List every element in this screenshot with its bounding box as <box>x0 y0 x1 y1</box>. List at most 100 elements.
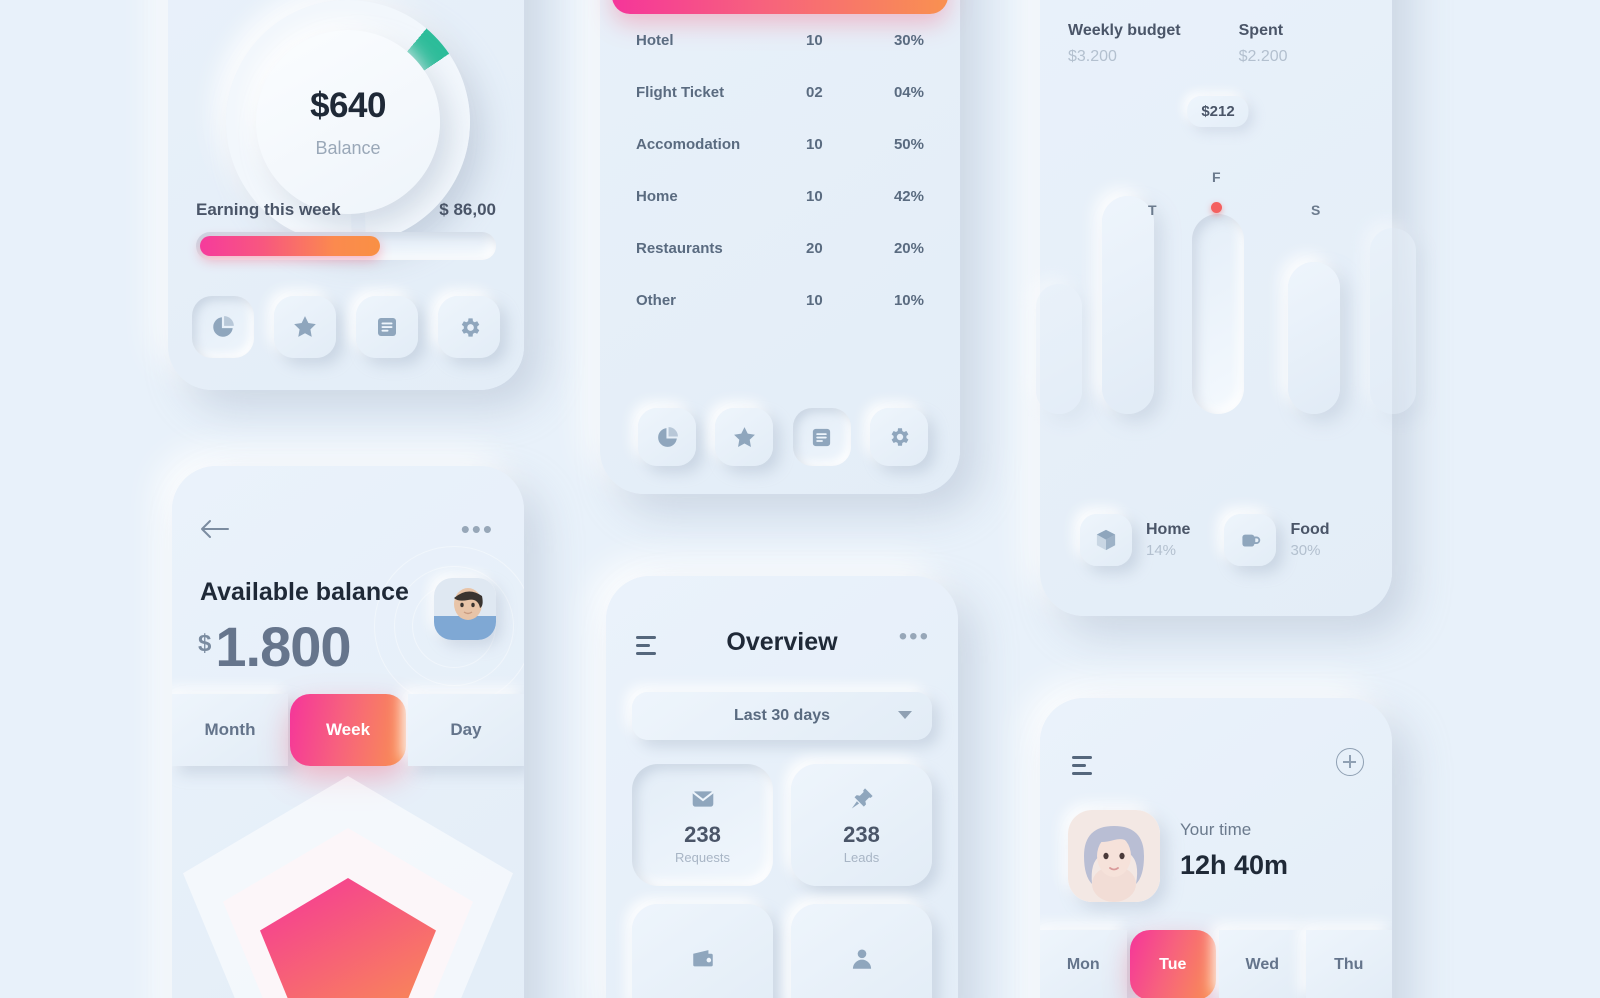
tile-value: 238 <box>684 821 721 847</box>
expenses-card: Electronics 10 50% Hotel 10 30% Flight T… <box>600 0 960 494</box>
table-row[interactable]: Home 10 42% <box>612 170 948 222</box>
expense-percent: 10% <box>893 291 924 309</box>
tile-requests[interactable]: 238 Requests <box>632 764 773 886</box>
bar-t[interactable] <box>1102 196 1154 414</box>
nav-star-button[interactable] <box>715 408 774 466</box>
segment-label: Week <box>325 720 371 739</box>
nav-pie-chart-button[interactable] <box>638 408 696 466</box>
bar-tooltip: $212 <box>1187 96 1249 127</box>
chip-home[interactable]: Home 14% <box>1080 514 1190 566</box>
earning-progress-track[interactable] <box>196 232 496 260</box>
more-horizontal-icon[interactable]: ••• <box>899 625 930 649</box>
chevron-down-icon <box>898 711 912 719</box>
plus-circle-icon[interactable] <box>1336 748 1364 776</box>
day-thu[interactable]: Thu <box>1305 930 1392 998</box>
segment-day[interactable]: Day <box>408 694 524 766</box>
segment-label: Day <box>450 720 482 739</box>
nav-settings-button[interactable] <box>869 408 928 466</box>
pin-icon <box>849 786 875 812</box>
expense-count: 10 <box>806 31 823 49</box>
expense-count: 10 <box>806 291 823 309</box>
day-label-t[interactable]: T <box>1148 202 1157 218</box>
gear-icon <box>887 425 911 449</box>
expenses-bottom-nav <box>638 408 928 466</box>
wallet-icon <box>690 946 716 972</box>
table-row[interactable]: Other 10 10% <box>612 274 948 326</box>
menu-icon[interactable] <box>1072 756 1092 780</box>
currency-symbol: $ <box>198 630 212 657</box>
overview-card: Overview ••• Last 30 days 238 Requests 2… <box>606 576 958 998</box>
more-horizontal-icon[interactable]: ••• <box>461 516 494 542</box>
spent-value: $2.200 <box>1238 48 1288 65</box>
chip-percent: 30% <box>1290 542 1321 559</box>
arrow-left-icon <box>200 518 230 540</box>
segment-month[interactable]: Month <box>172 694 288 766</box>
box-icon <box>1080 514 1132 566</box>
amount-value: 1.800 <box>215 615 351 678</box>
tile-value: 238 <box>843 821 880 847</box>
table-row[interactable]: Restaurants 20 20% <box>612 222 948 274</box>
balance-card: $640 Balance Earning this week $ 86,00 <box>168 0 524 390</box>
chip-percent: 14% <box>1146 542 1177 559</box>
spent-label: Spent <box>1238 22 1284 39</box>
donut-center: $640 Balance <box>256 30 440 214</box>
nav-list-button[interactable] <box>356 296 418 358</box>
tile-leads[interactable]: 238 Leads <box>791 764 932 886</box>
segment-label: Month <box>204 720 256 739</box>
back-button[interactable] <box>200 518 230 540</box>
day-wed[interactable]: Wed <box>1219 930 1306 998</box>
bar-s[interactable] <box>1288 262 1340 414</box>
nav-pie-chart-button[interactable] <box>192 296 254 358</box>
expense-percent: 20% <box>893 239 924 257</box>
expense-name: Restaurants <box>636 239 723 257</box>
day-mon[interactable]: Mon <box>1040 930 1127 998</box>
earning-progress-fill <box>200 236 380 256</box>
expense-name: Home <box>636 187 678 205</box>
expense-count: 10 <box>806 135 823 153</box>
expense-name: Flight Ticket <box>636 83 725 101</box>
day-label: Tue <box>1159 956 1187 973</box>
screen-root: $640 Balance Earning this week $ 86,00 H… <box>0 0 1600 998</box>
weekly-budget-value: $3.200 <box>1068 48 1117 65</box>
range-select[interactable]: Last 30 days <box>632 692 932 740</box>
your-time-card: Your time 12h 40m Mon Tue Wed Thu <box>1040 698 1392 998</box>
list-icon <box>810 426 833 449</box>
gear-icon <box>457 315 482 340</box>
avatar[interactable] <box>1068 810 1160 902</box>
mug-icon <box>1224 514 1277 566</box>
bar-partial-right[interactable] <box>1370 228 1416 414</box>
balance-bottom-nav <box>192 296 500 358</box>
expense-name: Hotel <box>636 31 674 49</box>
bar-f-selected[interactable] <box>1192 214 1244 414</box>
envelope-icon <box>690 786 716 812</box>
table-row[interactable]: Electronics 10 50% <box>612 0 948 14</box>
tile-person[interactable] <box>791 904 932 998</box>
nav-list-button[interactable] <box>792 408 851 466</box>
weekly-budget-block: Weekly budget $3.200 <box>1068 22 1181 66</box>
expense-percent: 04% <box>893 83 924 101</box>
segment-week[interactable]: Week <box>290 694 406 766</box>
earning-title: Earning this week <box>196 200 341 219</box>
budget-card: Weekly budget $3.200 Spent $2.200 $212 T… <box>1036 0 1416 616</box>
day-label-f[interactable]: F <box>1212 169 1221 185</box>
tile-caption: Requests <box>675 849 730 865</box>
earning-row: Earning this week $ 86,00 <box>196 200 496 220</box>
earning-value: $ 86,00 <box>439 200 496 219</box>
avatar[interactable] <box>434 578 496 640</box>
pie-chart-icon <box>210 314 236 340</box>
table-row[interactable]: Hotel 10 30% <box>612 14 948 66</box>
selected-day-dot <box>1211 202 1222 213</box>
bar-partial-left[interactable] <box>1036 284 1082 414</box>
table-row[interactable]: Flight Ticket 02 04% <box>612 66 948 118</box>
chip-food[interactable]: Food 30% <box>1224 514 1330 566</box>
expense-name: Other <box>636 291 677 309</box>
tile-wallet[interactable] <box>632 904 773 998</box>
nav-settings-button[interactable] <box>438 296 500 358</box>
spent-block: Spent $2.200 <box>1239 22 1288 66</box>
day-tue[interactable]: Tue <box>1129 930 1216 998</box>
nav-star-button[interactable] <box>274 296 336 358</box>
day-label-s[interactable]: S <box>1311 202 1320 218</box>
pentagon-decoration <box>172 766 524 998</box>
table-row[interactable]: Accomodation 10 50% <box>612 118 948 170</box>
your-time-value: 12h 40m <box>1180 850 1289 880</box>
